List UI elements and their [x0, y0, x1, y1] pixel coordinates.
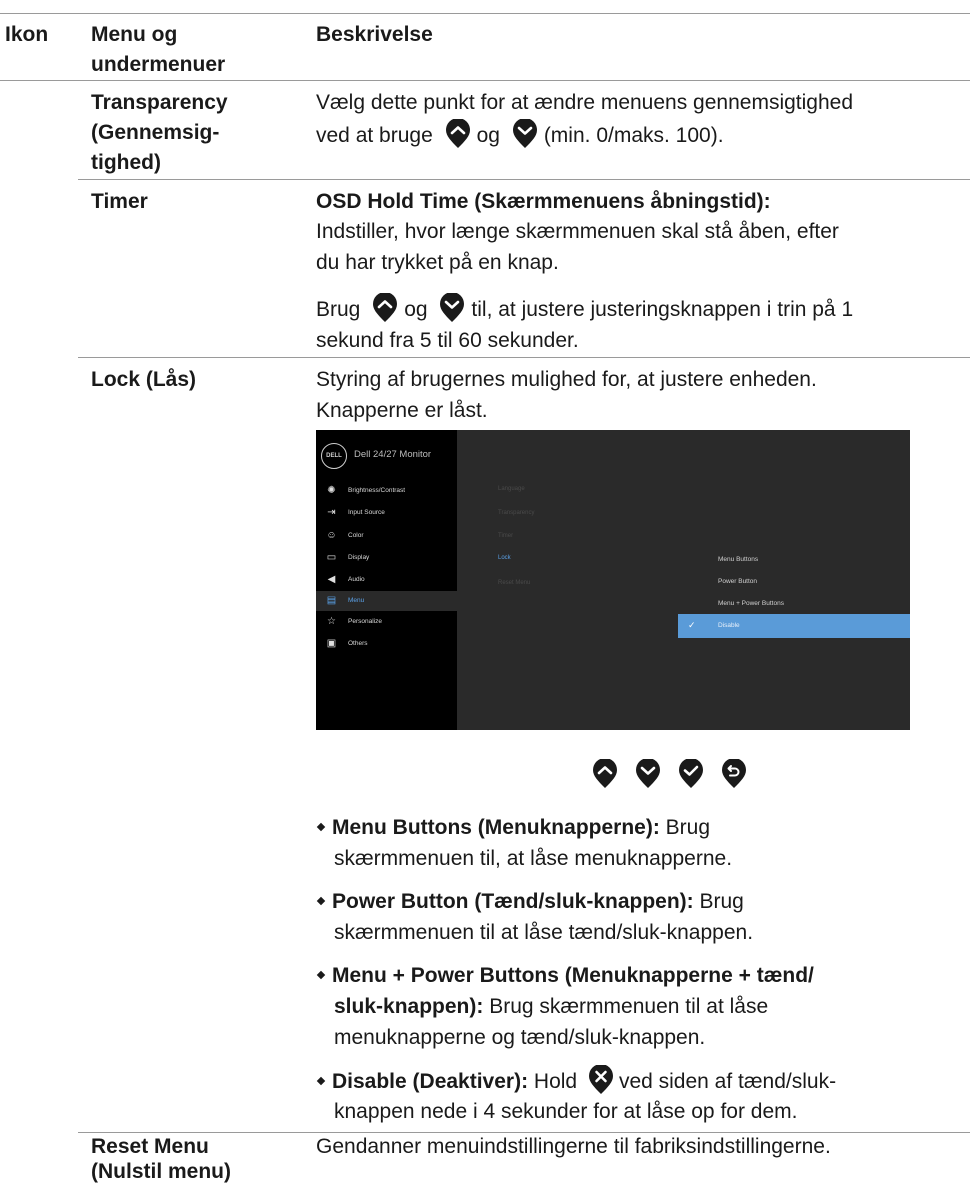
bullet-text: Brug skærmmenuen til at låse — [483, 995, 769, 1018]
header-rule — [0, 80, 970, 81]
osd-sidebar: DELL Dell 24/27 Monitor ✺ Brightness/Cont… — [316, 430, 457, 730]
transparency-name: Transparency — [91, 91, 228, 114]
reset-name: Reset Menu — [91, 1135, 209, 1158]
bullet-icon — [316, 970, 326, 980]
lock-name: Lock (Lås) — [91, 368, 197, 391]
bullet-text: Hold — [528, 1070, 578, 1093]
bullet-bold: Disable (Deaktiver): — [332, 1070, 529, 1093]
row-rule — [78, 357, 970, 358]
col-header-menu-2: undermenuer — [91, 53, 226, 76]
osd-option-power-button: Power Button — [718, 578, 758, 585]
bullet-menu-power-2: sluk-knappen): Brug skærmmenuen til at l… — [334, 991, 768, 1022]
osd-sub-transparency: Transparency — [498, 510, 535, 516]
input-icon: ⇥ — [327, 507, 336, 518]
chevron-down-icon — [636, 759, 660, 788]
col-header-menu: Menu og — [91, 23, 178, 46]
osd-sub-timer: Timer — [498, 533, 514, 539]
back-icon — [722, 759, 746, 788]
bullet-power-button: Power Button (Tænd/sluk-knappen): Brug — [316, 886, 744, 917]
transparency-desc-2: ved at bruge og (min. 0/maks. 100). — [316, 119, 724, 151]
palette-icon: ☺ — [326, 530, 337, 541]
others-icon: ▣ — [326, 638, 337, 649]
bullet-bold: Power Button (Tænd/sluk-knappen): — [332, 890, 694, 913]
timer-use-c: til, at justere justeringsknappen i trin… — [471, 298, 854, 321]
osd-sub-language: Language — [498, 486, 525, 492]
transparency-name-2: (Gennemsig- — [91, 121, 220, 144]
bullet-disable: Disable (Deaktiver): Hold ved siden af t… — [316, 1065, 836, 1097]
bullet-bold: Menu + Power Buttons (Menuknapperne + tæ… — [332, 964, 814, 987]
lock-desc-2: Knapperne er låst. — [316, 399, 488, 422]
monitor-icon: ▭ — [326, 552, 337, 563]
chevron-up-icon — [373, 293, 398, 322]
sun-icon: ✺ — [327, 485, 336, 496]
star-icon: ☆ — [327, 616, 336, 627]
chevron-down-icon — [440, 293, 465, 322]
timer-heading: OSD Hold Time (Skærmmenuens åbningstid): — [316, 190, 771, 213]
bullet-disable-2: knappen nede i 4 sekunder for at låse op… — [334, 1100, 798, 1123]
bullet-power-button-2: skærmmenuen til at låse tænd/sluk-knappe… — [334, 921, 754, 944]
chevron-up-icon — [593, 759, 617, 788]
osd-screenshot: DELL Dell 24/27 Monitor ✺ Brightness/Cont… — [316, 430, 910, 730]
transparency-desc: Vælg dette punkt for at ændre menuens ge… — [316, 91, 854, 114]
timer-desc: Indstiller, hvor længe skærmmenuen skal … — [316, 220, 839, 243]
osd-nav-buttons — [590, 759, 890, 793]
bullet-text: Brug — [693, 890, 744, 913]
bullet-menu-power: Menu + Power Buttons (Menuknapperne + tæ… — [316, 960, 814, 991]
osd-menu-display: ▭ Display — [326, 552, 370, 563]
osd-menu-brightness: ✺ Brightness/Contrast — [327, 485, 406, 496]
bullet-icon — [316, 896, 326, 906]
timer-name: Timer — [91, 190, 148, 213]
transparency-name-3: tighed) — [91, 151, 161, 174]
dell-logo: DELL — [321, 443, 347, 469]
osd-title: Dell 24/27 Monitor — [354, 449, 432, 460]
check-icon — [679, 759, 703, 788]
osd-sub-lock: Lock — [498, 555, 511, 561]
bullet-icon — [316, 1076, 326, 1086]
osd-menu-personalize: ☆ Personalize — [327, 616, 382, 627]
bullet-text-b: ved siden af tænd/sluk- — [618, 1070, 837, 1093]
chevron-down-icon — [512, 119, 537, 148]
osd-option-menu-power: Menu + Power Buttons — [718, 600, 784, 607]
bullet-text: Brug — [659, 816, 711, 839]
table-top-rule — [0, 13, 970, 14]
check-icon: ✓ — [688, 620, 696, 630]
osd-menu-color: ☺ Color — [326, 530, 364, 541]
timer-use-b: og — [404, 298, 428, 321]
osd-menu-menu: ▤ Menu — [316, 591, 457, 611]
menu-icon: ▤ — [326, 595, 337, 606]
transparency-desc-text-b: og — [476, 124, 500, 147]
bullet-menu-buttons: Menu Buttons (Menuknapperne): Brug — [316, 812, 710, 843]
close-icon — [588, 1065, 613, 1094]
reset-desc: Gendanner menuindstillingerne til fabrik… — [316, 1135, 831, 1158]
col-header-desc: Beskrivelse — [316, 23, 433, 46]
timer-use-2: sekund fra 5 til 60 sekunder. — [316, 329, 579, 352]
bullet-menu-power-3: menuknapperne og tænd/sluk-knappen. — [334, 1026, 706, 1049]
bullet-bold: Menu Buttons (Menuknapperne): — [332, 816, 660, 839]
osd-option-menu-buttons: Menu Buttons — [718, 556, 759, 563]
lock-desc: Styring af brugernes mulighed for, at ju… — [316, 368, 817, 391]
col-header-icon: Ikon — [5, 23, 49, 46]
timer-desc-2: du har trykket på en knap. — [316, 251, 559, 274]
bullet-icon — [316, 822, 326, 832]
timer-use-a: Brug — [316, 298, 361, 321]
osd-sub-reset: Reset Menu — [498, 580, 531, 586]
osd-option-disable: ✓ Disable — [678, 614, 910, 638]
row-rule — [78, 179, 970, 180]
osd-menu-others: ▣ Others — [326, 638, 368, 649]
bullet-menu-buttons-2: skærmmenuen til, at låse menuknapperne. — [334, 847, 733, 870]
timer-use: Brug og til, at justere justeringsknappe… — [316, 293, 853, 325]
osd-menu-audio: ◀ Audio — [327, 574, 365, 585]
reset-name-2: (Nulstil menu) — [91, 1160, 231, 1183]
speaker-icon: ◀ — [327, 574, 336, 585]
chevron-up-icon — [445, 119, 470, 148]
osd-menu-input: ⇥ Input Source — [327, 507, 385, 518]
bullet-bold: sluk-knappen): — [334, 995, 484, 1018]
transparency-desc-text-a: ved at bruge — [316, 124, 433, 147]
transparency-desc-text-c: (min. 0/maks. 100). — [543, 124, 724, 147]
